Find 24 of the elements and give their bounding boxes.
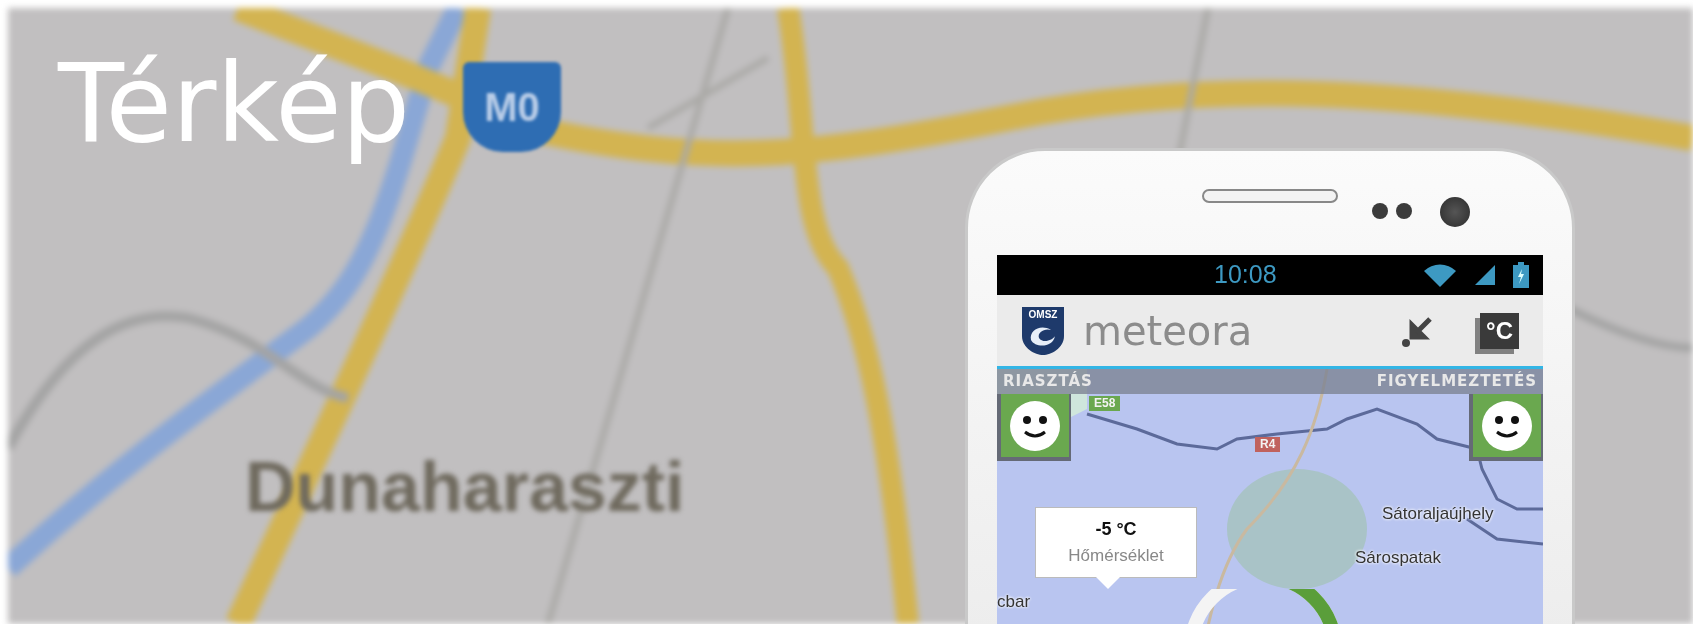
temperature-label: Hőmérséklet bbox=[1067, 545, 1165, 567]
alarm-label: RIASZTÁS bbox=[1003, 370, 1093, 393]
unit-toggle-button[interactable]: °C bbox=[1480, 312, 1519, 349]
road-shield: R4 bbox=[1255, 437, 1281, 452]
warning-label: FIGYELMEZTETÉS bbox=[1376, 370, 1537, 393]
warning-status-tile[interactable] bbox=[1469, 394, 1543, 461]
place-name: Sárospatak bbox=[1355, 547, 1441, 569]
signal-icon bbox=[1473, 263, 1497, 287]
alarm-status-tile[interactable] bbox=[997, 394, 1071, 461]
sensor-icon bbox=[1396, 203, 1412, 219]
place-name: cbar bbox=[997, 591, 1031, 613]
logo-icon: OMSZ bbox=[1021, 305, 1065, 356]
collapse-arrow-icon[interactable] bbox=[1402, 314, 1435, 347]
wifi-icon bbox=[1423, 263, 1457, 287]
camera-icon bbox=[1440, 197, 1470, 227]
sensor-icon bbox=[1372, 203, 1388, 219]
page-title: Térkép bbox=[58, 45, 411, 164]
road-shield: M0 bbox=[463, 62, 561, 152]
place-name: Sátoraljaújhely bbox=[1382, 503, 1494, 525]
temperature-value: -5 °C bbox=[1094, 518, 1138, 541]
battery-icon bbox=[1513, 262, 1529, 288]
app-name: meteora bbox=[1083, 306, 1253, 356]
road-shield: E58 bbox=[1089, 396, 1121, 411]
clock-time: 10:08 bbox=[1214, 259, 1277, 291]
